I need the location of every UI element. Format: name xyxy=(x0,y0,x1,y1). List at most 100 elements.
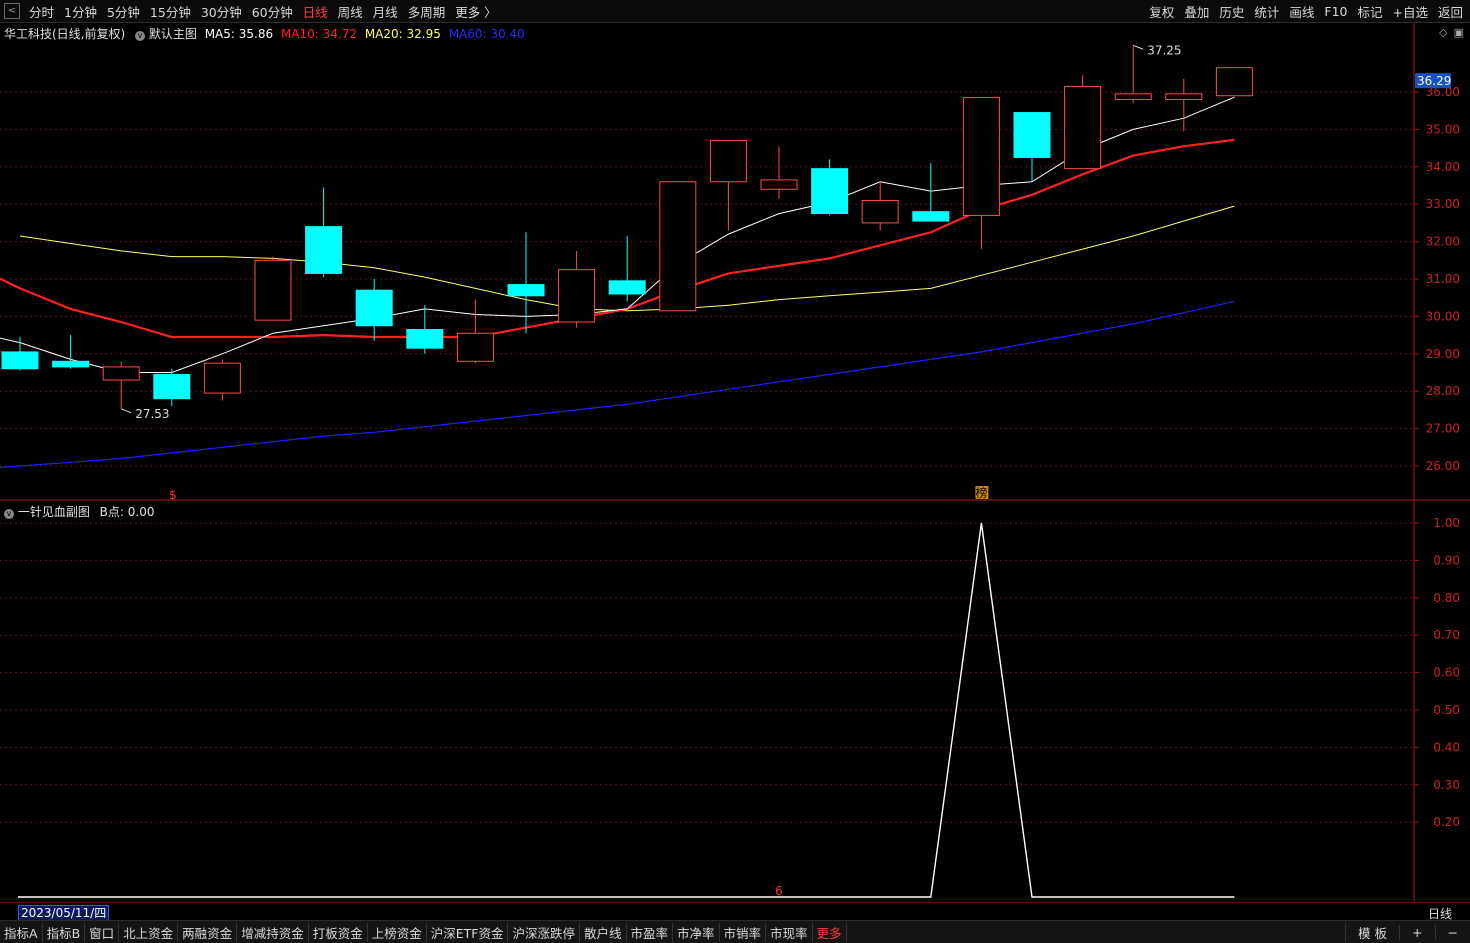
indicator-tab-15[interactable]: 更多 xyxy=(813,922,847,942)
indicator-tab-9[interactable]: 沪深涨跌停 xyxy=(508,922,580,942)
indicator-tab-3[interactable]: 北上资金 xyxy=(119,922,179,942)
sub-y-tick-label: 0.90 xyxy=(1433,553,1460,567)
toolbar-button-8[interactable]: 返回 xyxy=(1433,2,1468,21)
y-tick-label: 35.00 xyxy=(1426,122,1460,136)
indicator-tab-2[interactable]: 窗口 xyxy=(85,922,120,942)
period-tab-2[interactable]: 5分钟 xyxy=(102,2,145,21)
candle-body xyxy=(962,97,1000,216)
indicator-tab-13[interactable]: 市销率 xyxy=(720,922,767,942)
y-tick-label: 29.00 xyxy=(1426,347,1460,361)
bottom-control-0[interactable]: 模 板 xyxy=(1345,922,1399,942)
y-tick-label: 33.00 xyxy=(1426,197,1460,211)
y-tick-label: 31.00 xyxy=(1426,272,1460,286)
period-tab-1[interactable]: 1分钟 xyxy=(59,2,102,21)
chevron-down-icon: v xyxy=(135,31,146,41)
indicator-tab-11[interactable]: 市盈率 xyxy=(627,922,674,942)
toolbar-button-4[interactable]: 画线 xyxy=(1284,2,1319,21)
candle-body xyxy=(305,226,343,274)
candle-body xyxy=(608,280,646,295)
sub-indicator-value: B点: 0.00 xyxy=(99,505,155,519)
candle-body xyxy=(102,366,140,381)
chart-area: 26.00 27.00 28.00 29.00 30.00 31.00 32.00 33.00… xyxy=(0,23,1470,903)
indicator-tab-bar: 指标A 指标B 窗口 北上资金 两融资金 增减持资金 打板资金 上榜资金 沪深ETF资金 沪深涨跌… xyxy=(0,920,1470,943)
period-tab-7[interactable]: 周线 xyxy=(333,2,368,21)
period-tab-10[interactable]: 更多 〉 xyxy=(450,2,501,21)
panel-window-controls: ◇ ▣ xyxy=(1439,26,1464,39)
toolbar-button-3[interactable]: 统计 xyxy=(1249,2,1284,21)
toolbar-button-1[interactable]: 叠加 xyxy=(1179,2,1214,21)
candle-body xyxy=(1165,93,1203,100)
toolbar-right-buttons: 复权 叠加 历史 统计 画线 F10 标记 +自选 返回 xyxy=(1144,0,1468,22)
period-tab-4[interactable]: 30分钟 xyxy=(196,2,247,21)
toolbar-button-5[interactable]: F10 xyxy=(1319,4,1352,19)
low-marker-label: 27.53 xyxy=(135,407,169,421)
candle-body xyxy=(912,211,950,222)
candle-body xyxy=(52,360,90,368)
period-toolbar: < 分时 1分钟 5分钟 15分钟 30分钟 60分钟 日线 周线 月线 多周期 更多 〉 复权 叠加… xyxy=(0,0,1470,23)
toolbar-button-0[interactable]: 复权 xyxy=(1144,2,1179,21)
ma5-label: MA5: 35.86 xyxy=(204,27,274,41)
y-tick-label: 30.00 xyxy=(1426,309,1460,323)
period-tab-8[interactable]: 月线 xyxy=(368,2,403,21)
candle-body xyxy=(254,259,292,321)
candle-body xyxy=(1114,93,1152,100)
indicator-tab-4[interactable]: 两融资金 xyxy=(178,922,238,942)
bottom-control-1[interactable]: + xyxy=(1399,924,1434,940)
restore-icon[interactable]: ▣ xyxy=(1454,26,1464,39)
candle-body xyxy=(861,199,899,224)
toolbar-button-7[interactable]: +自选 xyxy=(1388,2,1433,21)
candle-body xyxy=(709,140,747,183)
y-tick-label: 27.00 xyxy=(1426,422,1460,436)
indicator-tab-1[interactable]: 指标B xyxy=(43,922,86,942)
sub-y-tick-label: 0.70 xyxy=(1433,628,1460,642)
candle-body xyxy=(659,181,697,312)
template-selector[interactable]: v 默认主图 xyxy=(135,27,201,41)
y-tick-label: 32.00 xyxy=(1426,235,1460,249)
indicator-tab-6[interactable]: 打板资金 xyxy=(309,922,368,942)
period-tab-5[interactable]: 60分钟 xyxy=(247,2,298,21)
chevron-down-icon[interactable]: v xyxy=(4,509,14,519)
ma60-label: MA60: 30.40 xyxy=(448,27,525,41)
indicator-tab-10[interactable]: 散户线 xyxy=(580,922,627,942)
period-tab-9[interactable]: 多周期 xyxy=(403,2,451,21)
candle-body xyxy=(1064,85,1102,170)
candle-body xyxy=(507,284,545,297)
sub-y-tick-label: 0.80 xyxy=(1433,591,1460,605)
candle-body xyxy=(1013,112,1051,158)
indicator-tab-12[interactable]: 市净率 xyxy=(673,922,720,942)
sub-legend: v 一针见血副图 B点: 0.00 xyxy=(4,503,154,520)
indicator-tab-0[interactable]: 指标A xyxy=(0,922,43,942)
indicator-tab-5[interactable]: 增减持资金 xyxy=(237,922,309,942)
indicator-tab-14[interactable]: 市现率 xyxy=(766,922,813,942)
indicator-tab-7[interactable]: 上榜资金 xyxy=(368,922,427,942)
toolbar-button-2[interactable]: 历史 xyxy=(1214,2,1249,21)
current-price-label: 36.29 xyxy=(1417,74,1451,88)
indicator-tab-8[interactable]: 沪深ETF资金 xyxy=(427,922,509,942)
stock-title: 华工科技(日线,前复权) xyxy=(4,27,126,41)
ma10-label: MA10: 34.72 xyxy=(280,27,357,41)
sub-y-tick-label: 0.20 xyxy=(1433,815,1460,829)
candle-body xyxy=(406,328,444,349)
toolbar-button-6[interactable]: 标记 xyxy=(1352,2,1387,21)
template-label: 默认主图 xyxy=(148,27,197,41)
high-marker-label: 37.25 xyxy=(1147,43,1181,57)
bottom-control-2[interactable]: − xyxy=(1434,924,1470,940)
dividend-marker: $ xyxy=(169,488,177,502)
ma20-label: MA20: 32.95 xyxy=(364,27,441,41)
period-tab-0[interactable]: 分时 xyxy=(24,2,59,21)
diamond-icon[interactable]: ◇ xyxy=(1439,26,1447,39)
candle-body xyxy=(1,351,39,370)
period-tab-3[interactable]: 15分钟 xyxy=(145,2,196,21)
bang-marker: 榜 xyxy=(975,485,987,500)
candle-body xyxy=(558,269,596,323)
sub-y-tick-label: 1.00 xyxy=(1433,516,1460,530)
period-tab-6[interactable]: 日线 xyxy=(298,2,333,21)
candle-body xyxy=(203,362,241,394)
candle-body xyxy=(1215,67,1253,97)
period-list: 分时 1分钟 5分钟 15分钟 30分钟 60分钟 日线 周线 月线 多周期 更多 〉 xyxy=(24,2,502,21)
collapse-icon[interactable]: < xyxy=(4,3,20,19)
y-tick-label: 26.00 xyxy=(1426,459,1460,473)
y-tick-label: 34.00 xyxy=(1426,160,1460,174)
sub-y-tick-label: 0.60 xyxy=(1433,666,1460,680)
candle-body xyxy=(153,373,191,400)
